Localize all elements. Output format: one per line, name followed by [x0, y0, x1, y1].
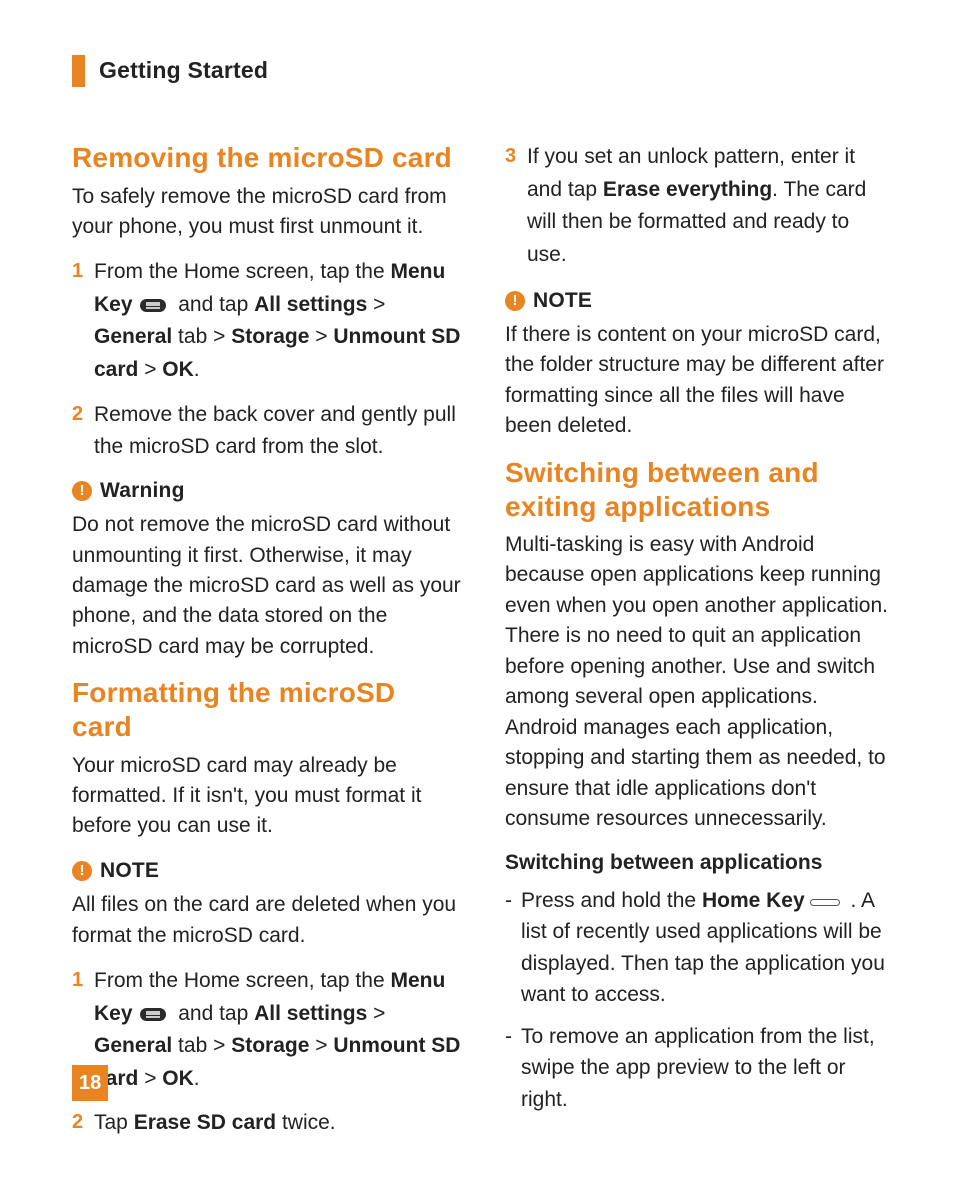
section-removing-sd: Removing the microSD card — [72, 141, 461, 175]
section-formatting-sd: Formatting the microSD card — [72, 676, 461, 744]
note-icon: ! — [72, 861, 92, 881]
switching-body: Multi-tasking is easy with Android becau… — [505, 530, 894, 834]
page-number-badge: 18 — [72, 1065, 108, 1101]
step-item: From the Home screen, tap the Menu Key a… — [72, 965, 461, 1095]
warning-title: Warning — [100, 476, 185, 506]
note-body: If there is content on your microSD card… — [505, 320, 894, 442]
formatting-intro: Your microSD card may already be formatt… — [72, 751, 461, 842]
page-header: Getting Started — [72, 54, 894, 87]
list-item: Press and hold the Home Key . A list of … — [505, 885, 894, 1011]
step-item: If you set an unlock pattern, enter it a… — [505, 141, 894, 271]
two-column-layout: Removing the microSD card To safely remo… — [72, 141, 894, 1152]
formatting-steps: From the Home screen, tap the Menu Key a… — [72, 965, 461, 1140]
home-key-icon — [807, 896, 843, 908]
switching-bullets: Press and hold the Home Key . A list of … — [505, 885, 894, 1116]
removing-steps: From the Home screen, tap the Menu Key a… — [72, 256, 461, 463]
note-body: All files on the card are deleted when y… — [72, 890, 461, 951]
warning-body: Do not remove the microSD card without u… — [72, 510, 461, 662]
note-callout-head: ! NOTE — [505, 286, 894, 316]
step-item: From the Home screen, tap the Menu Key a… — [72, 256, 461, 386]
note-icon: ! — [505, 291, 525, 311]
subheading-switching: Switching between applications — [505, 848, 894, 878]
menu-key-icon — [140, 299, 166, 312]
removing-intro: To safely remove the microSD card from y… — [72, 182, 461, 243]
step-item: Remove the back cover and gently pull th… — [72, 399, 461, 464]
left-column: Removing the microSD card To safely remo… — [72, 141, 461, 1152]
note-title: NOTE — [533, 286, 592, 316]
manual-page: Getting Started Removing the microSD car… — [0, 0, 954, 1192]
list-item: To remove an application from the list, … — [505, 1021, 894, 1116]
header-accent-bar — [72, 55, 85, 87]
header-title: Getting Started — [99, 54, 268, 87]
note-callout-head: ! NOTE — [72, 856, 461, 886]
note-title: NOTE — [100, 856, 159, 886]
right-column: If you set an unlock pattern, enter it a… — [505, 141, 894, 1152]
warning-callout-head: ! Warning — [72, 476, 461, 506]
formatting-steps-continued: If you set an unlock pattern, enter it a… — [505, 141, 894, 271]
section-switching-apps: Switching between and exiting applicatio… — [505, 456, 894, 524]
menu-key-icon — [140, 1008, 166, 1021]
warning-icon: ! — [72, 481, 92, 501]
step-item: Tap Erase SD card twice. — [72, 1107, 461, 1140]
